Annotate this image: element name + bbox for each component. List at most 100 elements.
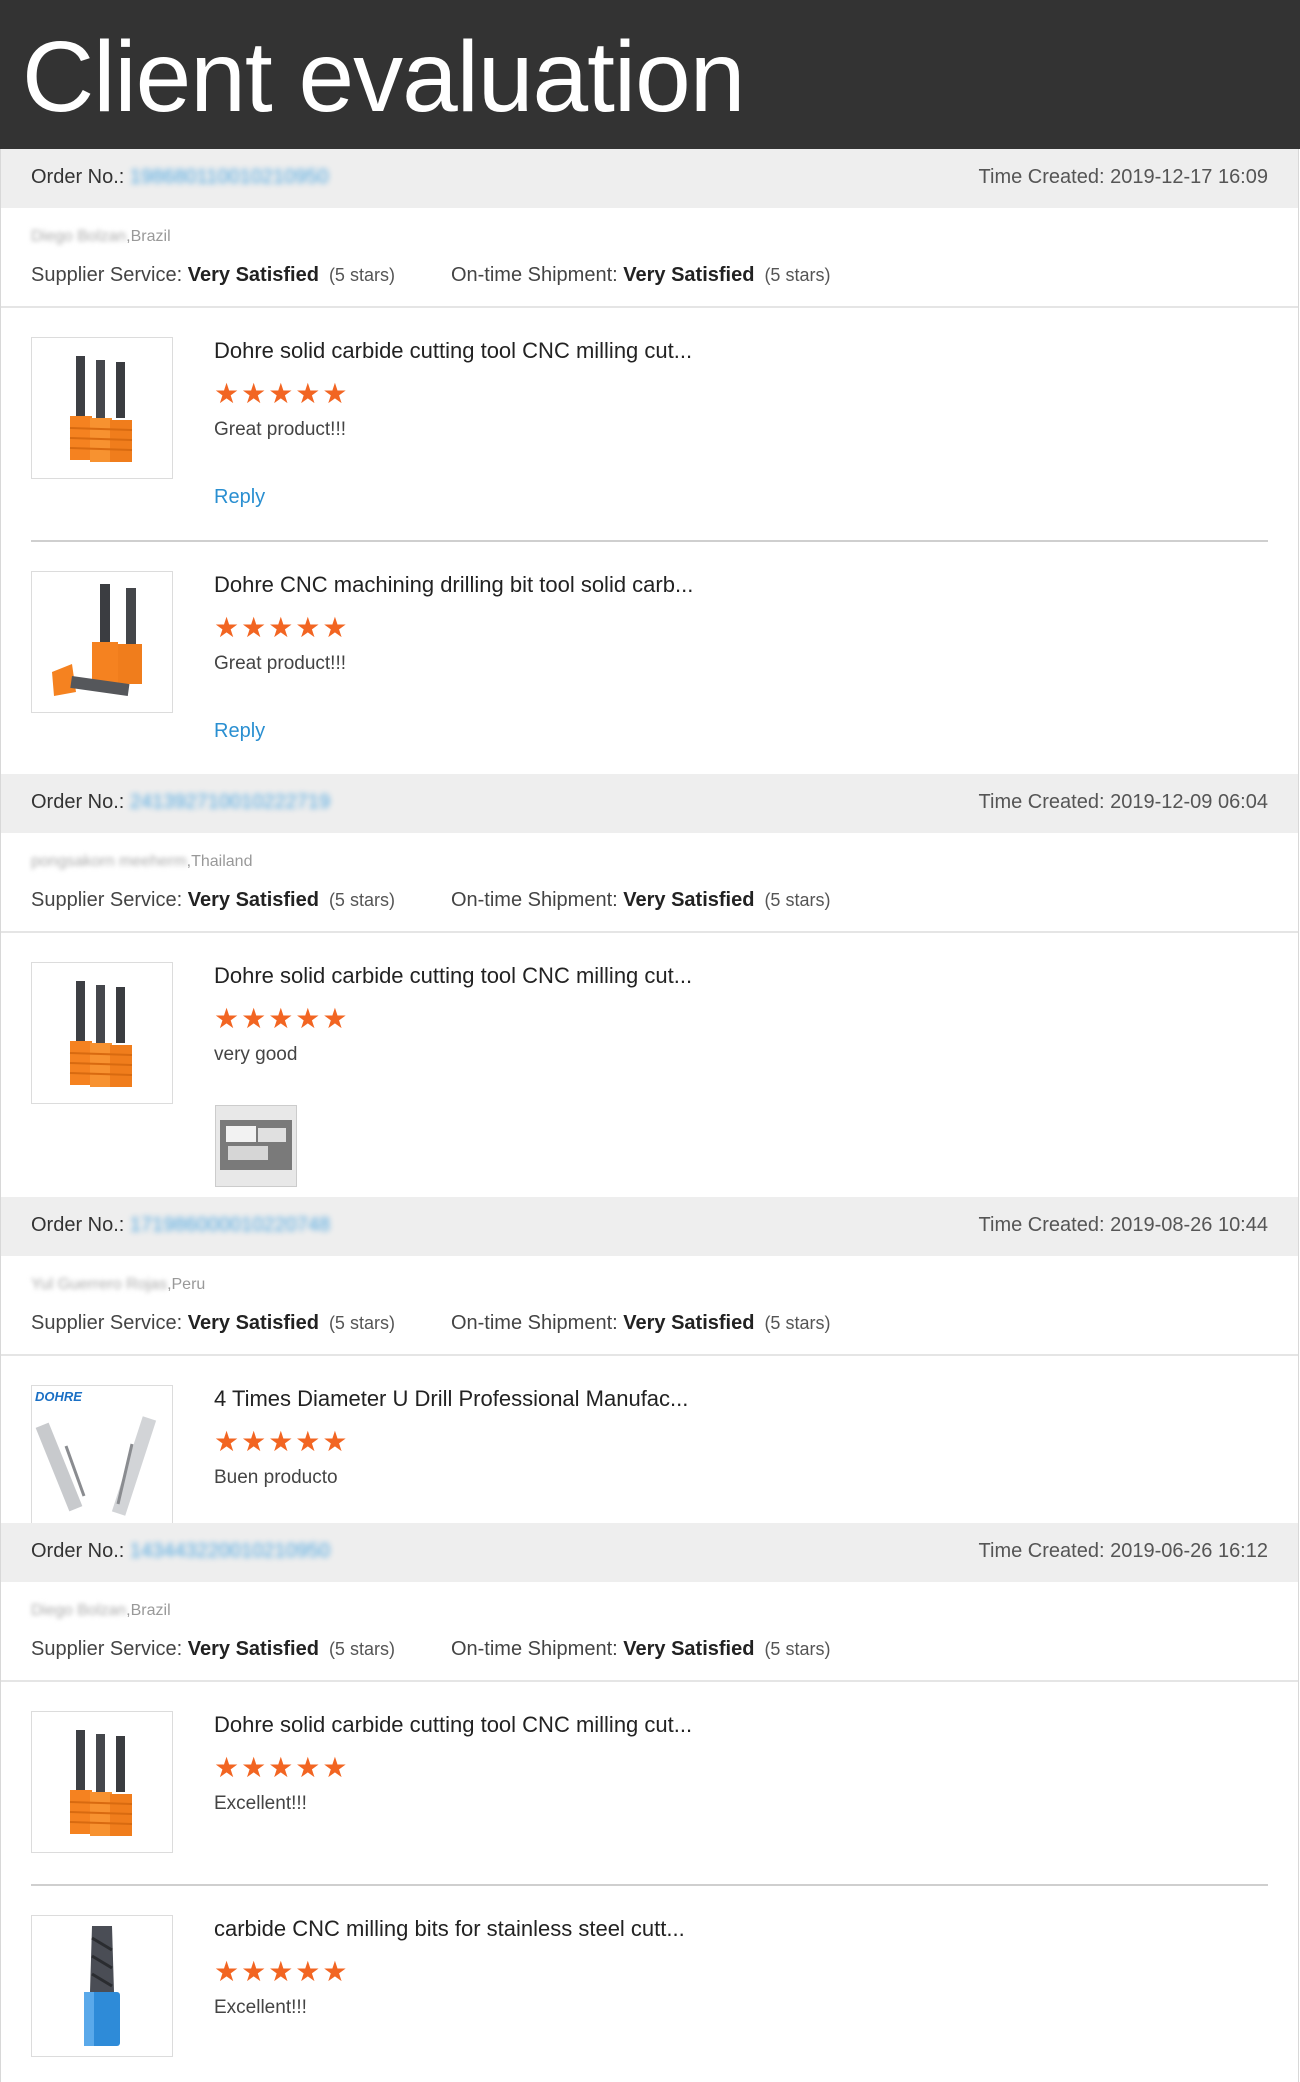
buyer-name: Diego Bolzan bbox=[31, 228, 127, 245]
time-created-label: Time Created: bbox=[978, 1214, 1105, 1236]
shipment-label: On-time Shipment: bbox=[450, 264, 618, 286]
shipment-value: Very Satisfied bbox=[623, 1312, 755, 1334]
buyer-identity: Yul Guerrero Rojas,Peru bbox=[31, 1276, 205, 1294]
order-number: Order No.: 241392710010222719 bbox=[31, 791, 330, 814]
time-created-label: Time Created: bbox=[978, 791, 1105, 813]
review-photo[interactable] bbox=[215, 1105, 297, 1187]
ratings-row: Supplier Service: Very Satisfied (5 stars… bbox=[31, 889, 830, 912]
review-comment: Excellent!!! bbox=[214, 1793, 307, 1814]
buyer-country: ,Brazil bbox=[126, 228, 171, 245]
buyer-identity: Diego Bolzan,Brazil bbox=[31, 1602, 171, 1620]
supplier-service-label: Supplier Service: bbox=[31, 264, 183, 286]
review-comment: Great product!!! bbox=[214, 653, 347, 674]
supplier-service-label: Supplier Service: bbox=[31, 1312, 183, 1334]
time-created-value: 2019-12-17 16:09 bbox=[1110, 166, 1268, 188]
drill-bits-orange-icon[interactable] bbox=[31, 571, 173, 713]
order-card: Order No.: 241392710010222719 Time Creat… bbox=[0, 774, 1299, 1197]
order-number-value[interactable]: 198680110010210950 bbox=[130, 166, 329, 188]
review-comment: very good bbox=[214, 1044, 298, 1065]
product-title[interactable]: 4 Times Diameter U Drill Professional Ma… bbox=[214, 1386, 688, 1412]
product-title[interactable]: Dohre solid carbide cutting tool CNC mil… bbox=[214, 338, 692, 364]
product-title[interactable]: Dohre solid carbide cutting tool CNC mil… bbox=[214, 963, 692, 989]
end-mill-blue-icon[interactable] bbox=[31, 1915, 173, 2057]
shipment-label: On-time Shipment: bbox=[450, 889, 618, 911]
order-number-value[interactable]: 143443220010210950 bbox=[130, 1540, 330, 1562]
end-mill-three-orange-icon[interactable] bbox=[31, 1711, 173, 1853]
supplier-service-stars: (5 stars) bbox=[328, 1639, 395, 1659]
review-comment: Excellent!!! bbox=[214, 1997, 307, 2018]
product-title[interactable]: Dohre CNC machining drilling bit tool so… bbox=[214, 572, 693, 598]
buyer-country: ,Peru bbox=[167, 1276, 206, 1293]
supplier-service-stars: (5 stars) bbox=[328, 890, 395, 910]
time-created-value: 2019-06-26 16:12 bbox=[1110, 1540, 1268, 1562]
star-rating: ★★★★★ bbox=[214, 1426, 350, 1457]
order-number-label: Order No.: bbox=[31, 166, 125, 188]
page-header: Client evaluation bbox=[0, 0, 1300, 149]
star-rating: ★★★★★ bbox=[214, 1752, 350, 1783]
shipment-value: Very Satisfied bbox=[623, 889, 755, 911]
shipment-stars: (5 stars) bbox=[764, 1313, 831, 1333]
brand-logo: DOHRE bbox=[35, 1389, 82, 1404]
shipment-value: Very Satisfied bbox=[623, 1638, 755, 1660]
order-number-value[interactable]: 241392710010222719 bbox=[130, 791, 330, 813]
review-item: Dohre CNC machining drilling bit tool so… bbox=[31, 542, 1268, 774]
time-created-label: Time Created: bbox=[978, 166, 1105, 188]
time-created: Time Created: 2019-12-09 06:04 bbox=[979, 791, 1268, 814]
order-number: Order No.: 198680110010210950 bbox=[31, 166, 329, 189]
time-created: Time Created: 2019-08-26 10:44 bbox=[979, 1214, 1268, 1237]
product-title[interactable]: carbide CNC milling bits for stainless s… bbox=[214, 1916, 685, 1942]
product-title[interactable]: Dohre solid carbide cutting tool CNC mil… bbox=[214, 1712, 692, 1738]
order-number-label: Order No.: bbox=[31, 1540, 125, 1562]
buyer-name: Yul Guerrero Rojas bbox=[31, 1276, 168, 1293]
order-card: Order No.: 198680110010210950 Time Creat… bbox=[0, 149, 1299, 774]
order-header-bar: Order No.: 198680110010210950 Time Creat… bbox=[1, 149, 1298, 208]
order-number-value[interactable]: 171986000010220748 bbox=[130, 1214, 330, 1236]
shipment-label: On-time Shipment: bbox=[450, 1312, 618, 1334]
buyer-country: ,Brazil bbox=[126, 1602, 171, 1619]
end-mill-three-orange-icon[interactable] bbox=[31, 337, 173, 479]
ratings-row: Supplier Service: Very Satisfied (5 stars… bbox=[31, 1638, 830, 1661]
supplier-service-value: Very Satisfied bbox=[187, 264, 319, 286]
star-rating: ★★★★★ bbox=[214, 1003, 350, 1034]
time-created-value: 2019-12-09 06:04 bbox=[1110, 791, 1268, 813]
reply-link[interactable]: Reply bbox=[214, 720, 265, 743]
time-created: Time Created: 2019-12-17 16:09 bbox=[979, 166, 1268, 189]
buyer-name: pongsakorn meeherm bbox=[31, 853, 187, 870]
supplier-service-label: Supplier Service: bbox=[31, 889, 183, 911]
buyer-identity: pongsakorn meeherm,Thailand bbox=[31, 853, 252, 871]
shipment-stars: (5 stars) bbox=[764, 890, 831, 910]
buyer-country: ,Thailand bbox=[186, 853, 253, 870]
page-title: Client evaluation bbox=[22, 21, 745, 133]
review-item: Dohre solid carbide cutting tool CNC mil… bbox=[31, 933, 1268, 1197]
u-drill-dohre-icon[interactable]: DOHRE bbox=[31, 1385, 173, 1523]
star-rating: ★★★★★ bbox=[214, 612, 350, 643]
order-header-bar: Order No.: 171986000010220748 Time Creat… bbox=[1, 1197, 1298, 1256]
reply-link[interactable]: Reply bbox=[214, 486, 265, 509]
buyer-identity: Diego Bolzan,Brazil bbox=[31, 228, 171, 246]
review-comment: Great product!!! bbox=[214, 419, 347, 440]
review-item: Dohre solid carbide cutting tool CNC mil… bbox=[31, 308, 1268, 542]
review-item: carbide CNC milling bits for stainless s… bbox=[31, 1886, 1268, 2082]
buyer-info: Diego Bolzan,Brazil Supplier Service: Ve… bbox=[1, 1582, 1298, 1682]
order-card: Order No.: 171986000010220748 Time Creat… bbox=[0, 1197, 1299, 1523]
supplier-service-label: Supplier Service: bbox=[31, 1638, 183, 1660]
shipment-stars: (5 stars) bbox=[764, 265, 831, 285]
buyer-info: Yul Guerrero Rojas,Peru Supplier Service… bbox=[1, 1256, 1298, 1356]
review-item: DOHRE 4 Times Diameter U Drill Professio… bbox=[31, 1356, 1268, 1523]
order-header-bar: Order No.: 143443220010210950 Time Creat… bbox=[1, 1523, 1298, 1582]
buyer-name: Diego Bolzan bbox=[31, 1602, 127, 1619]
end-mill-three-orange-icon[interactable] bbox=[31, 962, 173, 1104]
order-number: Order No.: 171986000010220748 bbox=[31, 1214, 330, 1237]
order-number-label: Order No.: bbox=[31, 791, 125, 813]
order-number-label: Order No.: bbox=[31, 1214, 125, 1236]
star-rating: ★★★★★ bbox=[214, 1956, 350, 1987]
shipment-label: On-time Shipment: bbox=[450, 1638, 618, 1660]
star-rating: ★★★★★ bbox=[214, 378, 350, 409]
supplier-service-stars: (5 stars) bbox=[328, 1313, 395, 1333]
order-number: Order No.: 143443220010210950 bbox=[31, 1540, 330, 1563]
review-comment: Buen producto bbox=[214, 1467, 338, 1488]
time-created-label: Time Created: bbox=[978, 1540, 1105, 1562]
time-created: Time Created: 2019-06-26 16:12 bbox=[979, 1540, 1268, 1563]
supplier-service-stars: (5 stars) bbox=[328, 265, 395, 285]
order-header-bar: Order No.: 241392710010222719 Time Creat… bbox=[1, 774, 1298, 833]
